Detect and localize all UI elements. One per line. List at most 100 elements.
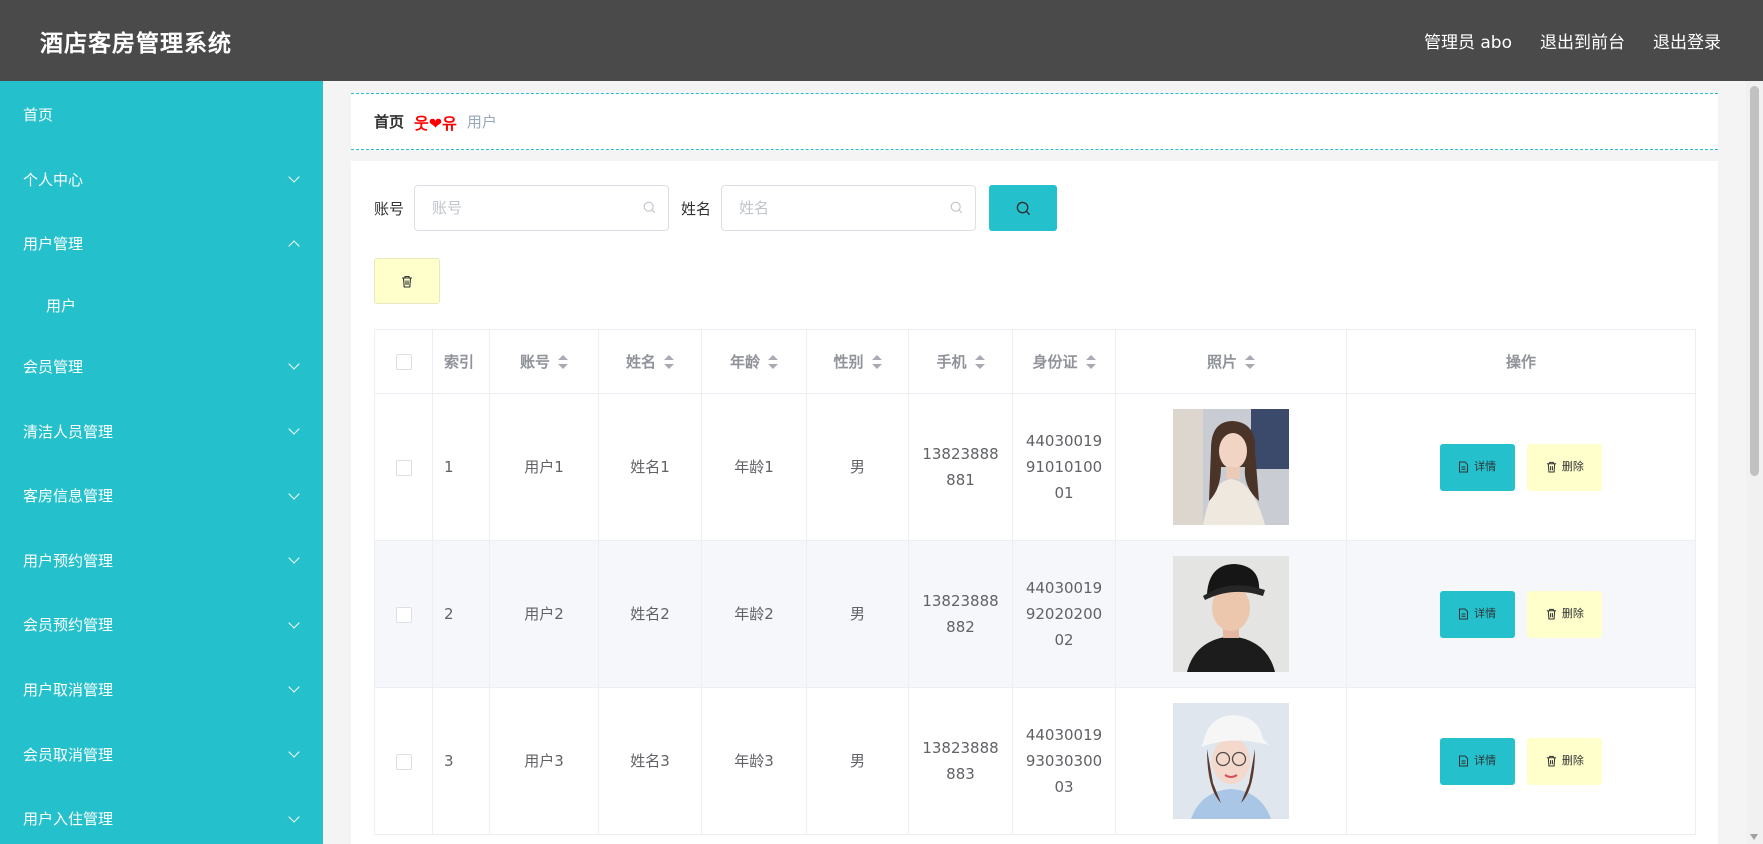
- sidebar-item-cleaner-management[interactable]: 清洁人员管理: [0, 399, 323, 464]
- sidebar-item-personal-center[interactable]: 个人中心: [0, 147, 323, 212]
- sidebar-item-user-checkin-management[interactable]: 用户入住管理: [0, 786, 323, 844]
- phone-line: 13823888: [922, 592, 999, 610]
- user-photo: [1173, 409, 1289, 525]
- row-checkbox[interactable]: [395, 753, 412, 770]
- account-label: 账号: [374, 199, 405, 218]
- table-row: 1 用户1 姓名1 年龄1 男 13823888 881 44030019 9101…: [374, 393, 1696, 541]
- sort-icon[interactable]: [1085, 354, 1096, 370]
- breadcrumb-home[interactable]: 首页: [374, 111, 404, 132]
- cell-actions: 详情 删除: [1346, 687, 1696, 835]
- cell-name: 姓名1: [598, 393, 702, 541]
- delete-button[interactable]: 删除: [1527, 590, 1603, 638]
- scroll-down-arrow-icon[interactable]: [1750, 834, 1758, 840]
- sidebar-item-user-management[interactable]: 用户管理: [0, 212, 323, 277]
- sidebar-item-home[interactable]: 首页: [0, 81, 323, 147]
- row-select-cell: [374, 393, 433, 541]
- sort-icon[interactable]: [768, 354, 778, 370]
- id-card-line: 44030019: [1025, 726, 1103, 744]
- account-search-input[interactable]: [415, 186, 669, 230]
- sidebar-item-user-booking-management[interactable]: 用户预约管理: [0, 528, 323, 593]
- trash-icon: [1546, 461, 1556, 473]
- column-header-label: 身份证: [1032, 353, 1078, 371]
- phone-line: 13823888: [922, 739, 999, 757]
- sort-icon[interactable]: [664, 354, 674, 370]
- cell-age: 年龄1: [701, 393, 807, 541]
- table-row: 2 用户2 姓名2 年龄2 男 13823888 882 44030019 9202…: [374, 540, 1696, 688]
- user-photo: [1173, 556, 1289, 672]
- column-header-id-card[interactable]: 身份证: [1012, 329, 1116, 394]
- document-icon: [1459, 461, 1469, 473]
- row-select-cell: [374, 540, 433, 688]
- sidebar-item-member-booking-management[interactable]: 会员预约管理: [0, 593, 323, 658]
- delete-button-label: 删除: [1561, 460, 1584, 473]
- delete-button[interactable]: 删除: [1527, 737, 1603, 785]
- phone-line: 13823888: [922, 445, 999, 463]
- sidebar-item-member-cancel-management[interactable]: 会员取消管理: [0, 722, 323, 787]
- detail-button-label: 详情: [1474, 607, 1497, 620]
- column-header-gender[interactable]: 性别: [806, 329, 909, 394]
- sidebar-item-label: 个人中心: [23, 170, 84, 189]
- detail-button[interactable]: 详情: [1439, 443, 1515, 491]
- phone-line: 883: [946, 765, 975, 783]
- id-card-line: 44030019: [1025, 579, 1103, 597]
- admin-name: 管理员 abo: [1423, 33, 1512, 53]
- cell-account: 用户2: [489, 540, 599, 688]
- sidebar-subitem-user[interactable]: 用户: [0, 276, 323, 334]
- table-header-row: 索引 账号 姓名 年龄 性别 手机 身份证 照片 操作: [374, 329, 1696, 394]
- table-row: 3 用户3 姓名3 年龄3 男 13823888 883 44030019 9303…: [374, 687, 1696, 835]
- logout-link[interactable]: 退出登录: [1653, 28, 1721, 53]
- page-scrollbar[interactable]: [1746, 81, 1763, 844]
- scrollbar-thumb[interactable]: [1750, 86, 1759, 476]
- bulk-delete-button[interactable]: [374, 258, 440, 304]
- select-all-checkbox[interactable]: [395, 354, 412, 370]
- sidebar-item-label: 用户管理: [23, 235, 84, 254]
- search-button[interactable]: [989, 185, 1058, 231]
- cell-id-card: 44030019 93030300 03: [1012, 687, 1116, 835]
- sidebar-item-room-info-management[interactable]: 客房信息管理: [0, 463, 323, 528]
- column-header-name[interactable]: 姓名: [598, 329, 702, 394]
- row-checkbox[interactable]: [395, 606, 412, 623]
- document-icon: [1459, 755, 1469, 767]
- sort-icon[interactable]: [558, 354, 568, 370]
- cell-phone: 13823888 883: [908, 687, 1013, 835]
- sort-icon[interactable]: [871, 354, 882, 370]
- row-checkbox[interactable]: [395, 459, 412, 476]
- top-bar: 酒店客房管理系统 管理员 abo 退出到前台 退出登录: [0, 0, 1763, 81]
- column-header-phone[interactable]: 手机: [908, 329, 1013, 394]
- sidebar-item-label: 清洁人员管理: [23, 422, 114, 441]
- content-panel: 账号 姓名: [351, 161, 1718, 844]
- id-card-line: 02: [1054, 631, 1074, 649]
- column-header-age[interactable]: 年龄: [701, 329, 807, 394]
- cell-photo: [1115, 393, 1347, 541]
- cell-phone: 13823888 881: [908, 393, 1013, 541]
- document-icon: [1459, 608, 1469, 620]
- detail-button[interactable]: 详情: [1439, 737, 1515, 785]
- back-to-front-link[interactable]: 退出到前台: [1540, 28, 1625, 53]
- name-search-box: [721, 185, 977, 231]
- chevron-down-icon: [288, 552, 300, 564]
- id-card-line: 03: [1054, 778, 1074, 796]
- sidebar-item-member-management[interactable]: 会员管理: [0, 334, 323, 399]
- name-search-input[interactable]: [722, 186, 976, 230]
- column-header-label: 手机: [936, 353, 967, 371]
- cell-photo: [1115, 687, 1347, 835]
- search-icon: [950, 201, 963, 214]
- column-header-photo[interactable]: 照片: [1115, 329, 1347, 394]
- sidebar: 首页 个人中心 用户管理 用户 会员管理 清洁人员管理 客房信息管理 用户预约管…: [0, 81, 323, 844]
- breadcrumb-current: 用户: [466, 113, 497, 131]
- sidebar-item-label: 用户取消管理: [23, 680, 114, 699]
- cell-id-card: 44030019 92020200 02: [1012, 540, 1116, 688]
- cell-index: 1: [432, 393, 490, 541]
- trash-icon: [1546, 608, 1556, 620]
- cell-name: 姓名3: [598, 687, 702, 835]
- delete-button[interactable]: 删除: [1527, 443, 1603, 491]
- sort-icon[interactable]: [1245, 354, 1255, 370]
- cell-account: 用户1: [489, 393, 599, 541]
- detail-button[interactable]: 详情: [1439, 590, 1515, 638]
- trash-icon: [402, 275, 412, 288]
- sort-icon[interactable]: [974, 354, 985, 370]
- search-icon: [1016, 201, 1030, 215]
- column-header-account[interactable]: 账号: [489, 329, 599, 394]
- sidebar-item-user-cancel-management[interactable]: 用户取消管理: [0, 657, 323, 722]
- column-header-label: 照片: [1206, 353, 1237, 371]
